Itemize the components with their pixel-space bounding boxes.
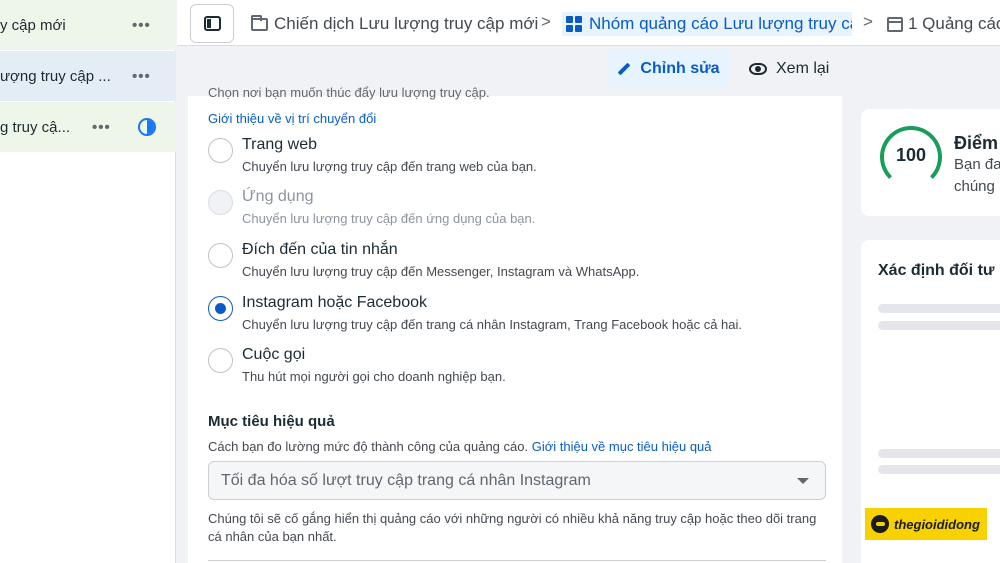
conversion-location-panel: Chọn nơi bạn muốn thúc đẩy lưu lượng tru…: [188, 85, 842, 563]
conversion-location-info-link[interactable]: Giới thiệu về vị trí chuyển đổi: [208, 111, 376, 126]
logo-text: thegioididong: [894, 516, 980, 532]
loading-placeholder: [878, 465, 1000, 474]
option-description: Thu hút mọi người gọi cho doanh nghiệp b…: [242, 369, 506, 384]
option-title: Đích đến của tin nhắn: [242, 241, 398, 258]
divider: [208, 560, 826, 561]
option-title: Instagram hoặc Facebook: [242, 294, 427, 311]
score-title: Điểm: [954, 133, 999, 153]
score-text-line: chúng: [954, 178, 995, 195]
option-title: Trang web: [242, 136, 317, 153]
option-description: Chuyển lưu lượng truy cập đến trang cá n…: [242, 317, 742, 332]
sidebar-toggle-button[interactable]: [190, 4, 234, 43]
performance-goal-info-link[interactable]: Giới thiệu về mục tiêu hiệu quả: [532, 439, 712, 454]
loading-placeholder: [878, 321, 1000, 330]
option-title: Ứng dụng: [242, 188, 314, 205]
campaign-sidebar: y cập mới ••• ượng truy cập ... ••• g tr…: [0, 0, 176, 563]
loading-placeholder: [878, 304, 1000, 313]
review-button-label: Xem lại: [776, 59, 830, 77]
breadcrumb: Chiến dịch Lưu lượng truy cập mới > Nhóm…: [177, 0, 1000, 46]
pencil-icon: [618, 62, 631, 75]
score-value: 100: [895, 145, 927, 165]
conversion-location-hint: Chọn nơi bạn muốn thúc đẩy lưu lượng tru…: [208, 85, 490, 100]
sidebar-item-ad[interactable]: g truy cậ... •••: [0, 102, 176, 152]
performance-goal-selected-value: Tối đa hóa số lượt truy cập trang cá nhâ…: [221, 472, 591, 489]
sidebar-item-label: y cập mới: [0, 16, 66, 34]
performance-goal-title: Mục tiêu hiệu quả: [208, 413, 335, 430]
breadcrumb-campaign[interactable]: Chiến dịch Lưu lượng truy cập mới: [251, 12, 538, 36]
audience-card-title: Xác định đối tư: [878, 262, 995, 279]
sidebar-item-adset[interactable]: ượng truy cập ... •••: [0, 51, 176, 101]
loading-placeholder: [878, 449, 1000, 458]
logo-mark-icon: [871, 515, 889, 533]
option-description: Chuyển lưu lượng truy cập đến ứng dụng c…: [242, 211, 536, 226]
half-circle-status-icon: [138, 118, 156, 136]
sidebar-item-label: g truy cậ...: [0, 118, 71, 136]
option-title: Cuộc gọi: [242, 346, 306, 363]
option-description: Chuyển lưu lượng truy cập đến trang web …: [242, 159, 537, 174]
ad-icon: [887, 16, 903, 32]
breadcrumb-adset[interactable]: Nhóm quảng cáo Lưu lượng truy cập: [562, 12, 852, 36]
radio-button-selected[interactable]: [208, 296, 233, 321]
ad-set-grid-icon: [566, 15, 583, 33]
folder-icon: [251, 14, 268, 31]
edit-button[interactable]: Chỉnh sửa: [607, 49, 730, 88]
more-options-icon[interactable]: •••: [92, 119, 111, 136]
caret-down-icon: [797, 478, 809, 484]
radio-button[interactable]: [208, 138, 233, 163]
review-button[interactable]: Xem lại: [749, 49, 829, 88]
chevron-right-icon: >: [863, 12, 873, 31]
edit-button-label: Chỉnh sửa: [640, 59, 720, 77]
eye-icon: [749, 62, 767, 75]
breadcrumb-campaign-label: Chiến dịch Lưu lượng truy cập mới: [274, 14, 539, 33]
breadcrumb-adset-label: Nhóm quảng cáo Lưu lượng truy cập: [589, 14, 852, 33]
radio-button[interactable]: [208, 243, 233, 268]
thegioididong-logo: thegioididong: [865, 508, 987, 540]
ad-score-card: 100 Điểm Bạn đa chúng: [861, 109, 1000, 216]
performance-goal-description-text: Cách bạn đo lường mức độ thành công của …: [208, 439, 529, 454]
sidebar-panel-icon: [204, 16, 221, 31]
radio-button[interactable]: [208, 348, 233, 373]
performance-goal-help-text: Chúng tôi sẽ cố gắng hiển thị quảng cáo …: [208, 511, 817, 544]
score-text-line: Bạn đa: [954, 156, 1000, 173]
option-description: Chuyển lưu lượng truy cập đến Messenger,…: [242, 264, 640, 279]
breadcrumb-ad[interactable]: 1 Quảng cáo: [887, 12, 1000, 36]
sidebar-item-campaign[interactable]: y cập mới •••: [0, 0, 176, 50]
radio-button: [208, 190, 233, 215]
performance-goal-description: Cách bạn đo lường mức độ thành công của …: [208, 439, 712, 454]
chevron-right-icon: >: [541, 12, 551, 31]
more-options-icon[interactable]: •••: [132, 68, 151, 85]
performance-goal-select[interactable]: Tối đa hóa số lượt truy cập trang cá nhâ…: [208, 461, 826, 500]
more-options-icon[interactable]: •••: [132, 17, 151, 34]
sidebar-item-label: ượng truy cập ...: [0, 67, 111, 85]
breadcrumb-ad-label: 1 Quảng cáo: [908, 14, 1000, 33]
